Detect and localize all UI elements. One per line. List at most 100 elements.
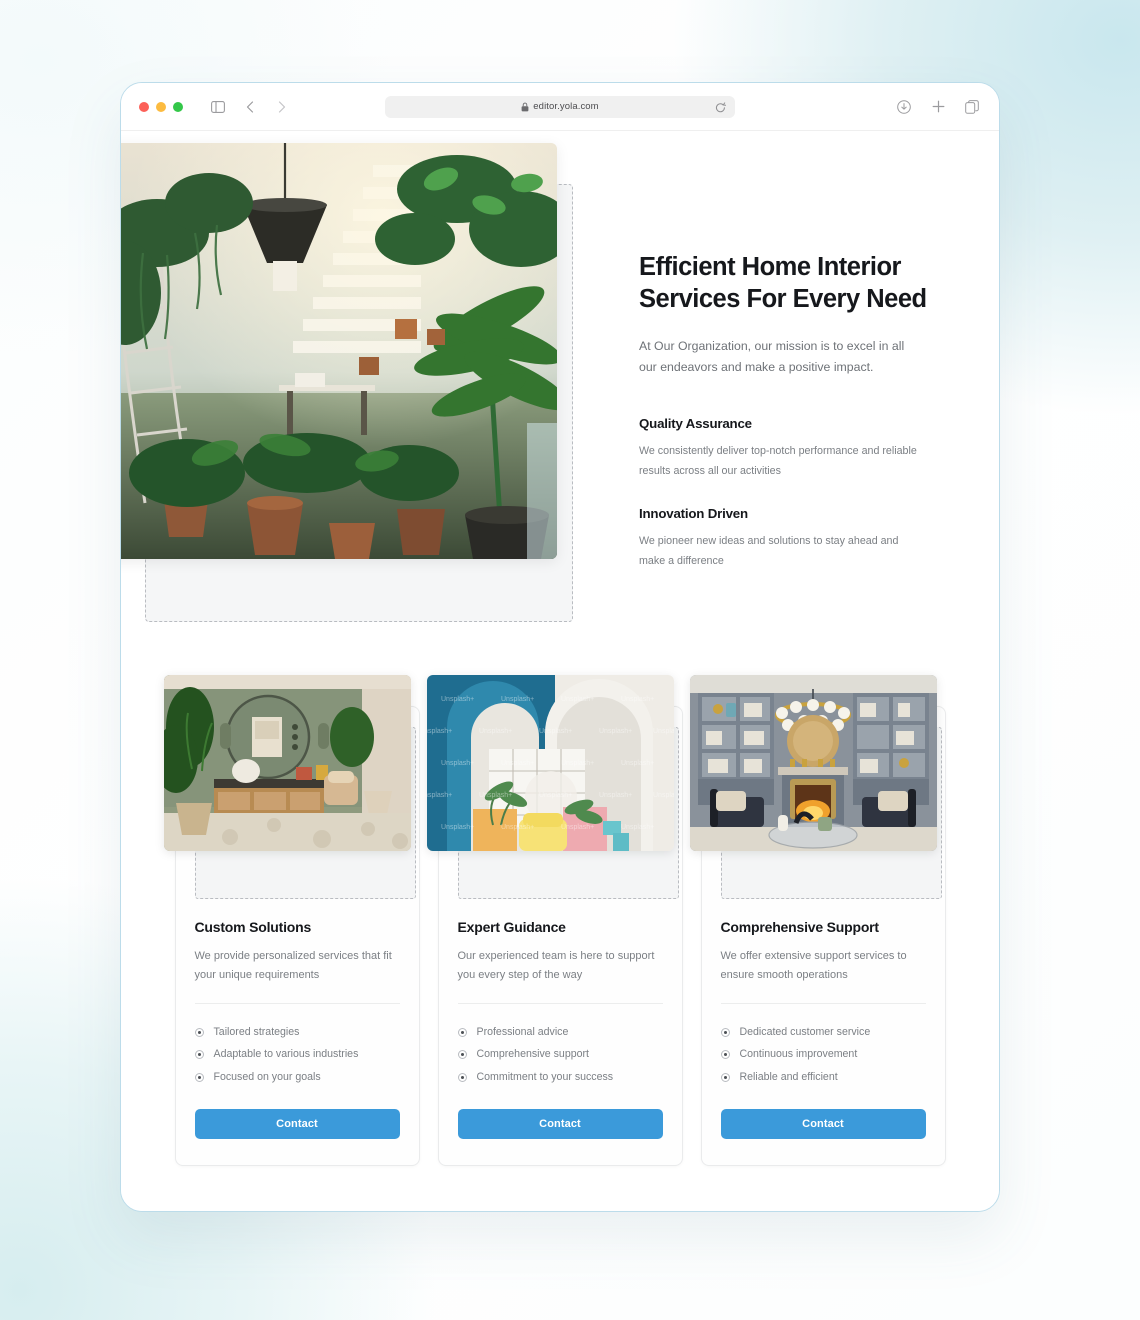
svg-text:Unsplash+: Unsplash+	[501, 696, 534, 703]
svg-text:Unsplash+: Unsplash+	[599, 792, 632, 799]
svg-text:Unsplash+: Unsplash+	[441, 824, 474, 831]
reload-icon[interactable]	[715, 101, 726, 119]
bullet-dot-icon	[720, 1050, 730, 1060]
svg-text:Unsplash+: Unsplash+	[653, 728, 674, 735]
hero-section: Efficient Home Interior Services For Eve…	[121, 131, 999, 622]
toolbar-left-icons	[209, 98, 291, 116]
svg-text:Unsplash+: Unsplash+	[441, 696, 474, 703]
feature-body: We pioneer new ideas and solutions to st…	[639, 535, 899, 568]
hero-subtitle: At Our Organization, our mission is to e…	[639, 338, 905, 375]
feature-heading: Innovation Driven	[639, 506, 748, 522]
bullet-dot-icon	[194, 1027, 204, 1037]
card-title: Expert Guidance	[457, 919, 566, 935]
service-card[interactable]: Custom Solutions We provide personalized…	[163, 675, 420, 1166]
feature-innovation-driven: Innovation Driven We pioneer new ideas a…	[639, 506, 939, 572]
lock-icon	[521, 102, 529, 111]
bullet-dot-icon	[457, 1050, 467, 1060]
list-item: Dedicated customer service	[720, 1021, 926, 1044]
bullet-label: Continuous improvement	[739, 1048, 858, 1061]
bullet-label: Adaptable to various industries	[213, 1048, 359, 1061]
url-content: editor.yola.com	[521, 101, 599, 112]
url-text: editor.yola.com	[533, 101, 599, 112]
svg-text:Unsplash+: Unsplash+	[427, 728, 452, 735]
minimize-window-button[interactable]	[156, 101, 166, 112]
bullet-dot-icon	[720, 1027, 730, 1037]
browser-window: editor.yola.com Efficient Home Interior …	[120, 82, 1000, 1212]
feature-quality-assurance: Quality Assurance We consistently delive…	[639, 416, 939, 482]
card-bullet-list: Tailored strategies Adaptable to various…	[194, 1021, 400, 1089]
list-item: Focused on your goals	[194, 1066, 400, 1089]
url-bar[interactable]: editor.yola.com	[385, 95, 735, 119]
svg-text:Unsplash+: Unsplash+	[621, 824, 654, 831]
card-title: Custom Solutions	[194, 919, 312, 935]
card-divider	[194, 1002, 400, 1004]
svg-text:Unsplash+: Unsplash+	[441, 760, 474, 767]
card-title: Comprehensive Support	[720, 919, 880, 935]
svg-text:Unsplash+: Unsplash+	[621, 760, 654, 767]
svg-text:Unsplash+: Unsplash+	[561, 696, 594, 703]
svg-text:Unsplash+: Unsplash+	[427, 792, 452, 799]
bullet-dot-icon	[194, 1072, 204, 1082]
card-description: We provide personalized services that fi…	[194, 950, 392, 981]
svg-text:Unsplash+: Unsplash+	[501, 760, 534, 767]
card-divider	[457, 1002, 663, 1004]
page-viewport: Efficient Home Interior Services For Eve…	[121, 131, 999, 1211]
bullet-label: Focused on your goals	[213, 1071, 321, 1083]
list-item: Commitment to your success	[457, 1066, 663, 1089]
bullet-label: Dedicated customer service	[739, 1025, 871, 1038]
svg-text:Unsplash+: Unsplash+	[539, 728, 572, 735]
svg-text:Unsplash+: Unsplash+	[599, 728, 632, 735]
new-tab-plus-icon[interactable]	[929, 98, 947, 116]
close-window-button[interactable]	[139, 101, 149, 112]
hero-image[interactable]	[121, 143, 557, 559]
card-description: We offer extensive support services to e…	[720, 950, 907, 981]
svg-text:Unsplash+: Unsplash+	[501, 824, 534, 831]
bullet-label: Professional advice	[476, 1025, 569, 1038]
bullet-label: Tailored strategies	[213, 1025, 300, 1038]
bullet-dot-icon	[194, 1050, 204, 1060]
list-item: Reliable and efficient	[720, 1066, 926, 1089]
list-item: Adaptable to various industries	[194, 1043, 400, 1066]
list-item: Comprehensive support	[457, 1043, 663, 1066]
back-arrow-icon[interactable]	[241, 98, 259, 116]
feature-body: We consistently deliver top-notch perfor…	[639, 444, 917, 477]
svg-text:Unsplash+: Unsplash+	[479, 728, 512, 735]
card-divider	[720, 1002, 926, 1004]
toolbar-right-icons	[895, 98, 981, 116]
svg-text:Unsplash+: Unsplash+	[653, 792, 674, 799]
list-item: Continuous improvement	[720, 1043, 926, 1066]
svg-text:Unsplash+: Unsplash+	[479, 792, 512, 799]
bullet-dot-icon	[720, 1072, 730, 1082]
card-bullet-list: Professional advice Comprehensive suppor…	[457, 1021, 663, 1089]
sidebar-icon[interactable]	[209, 98, 227, 116]
browser-toolbar: editor.yola.com	[121, 83, 999, 131]
list-item: Professional advice	[457, 1021, 663, 1044]
page-title: Efficient Home Interior Services For Eve…	[639, 253, 927, 314]
card-image[interactable]	[689, 675, 937, 851]
contact-button[interactable]: Contact	[720, 1108, 926, 1139]
contact-button[interactable]: Contact	[457, 1108, 663, 1139]
service-card[interactable]: Unsplash+ Unsplash+ Unsplash+ Unsplash+ …	[426, 675, 683, 1166]
svg-text:Unsplash+: Unsplash+	[621, 696, 654, 703]
bullet-label: Comprehensive support	[476, 1048, 589, 1061]
svg-text:Unsplash+: Unsplash+	[561, 824, 594, 831]
contact-button[interactable]: Contact	[194, 1108, 400, 1139]
bullet-label: Reliable and efficient	[739, 1071, 838, 1083]
svg-text:Unsplash+: Unsplash+	[539, 792, 572, 799]
tab-overview-icon[interactable]	[963, 98, 981, 116]
list-item: Tailored strategies	[194, 1021, 400, 1044]
card-bullet-list: Dedicated customer service Continuous im…	[720, 1021, 926, 1089]
bullet-dot-icon	[457, 1027, 467, 1037]
card-image[interactable]: Unsplash+ Unsplash+ Unsplash+ Unsplash+ …	[426, 675, 674, 851]
card-image[interactable]	[163, 675, 411, 851]
maximize-window-button[interactable]	[173, 101, 183, 112]
window-controls[interactable]	[139, 101, 183, 112]
card-description: Our experienced team is here to support …	[457, 950, 655, 981]
feature-heading: Quality Assurance	[639, 415, 752, 431]
download-icon[interactable]	[895, 98, 913, 116]
forward-arrow-icon[interactable]	[273, 98, 291, 116]
service-card[interactable]: Comprehensive Support We offer extensive…	[689, 675, 946, 1166]
services-card-row: Custom Solutions We provide personalized…	[121, 675, 999, 1166]
svg-text:Unsplash+: Unsplash+	[561, 760, 594, 767]
hero-text-block: Efficient Home Interior Services For Eve…	[639, 251, 939, 597]
